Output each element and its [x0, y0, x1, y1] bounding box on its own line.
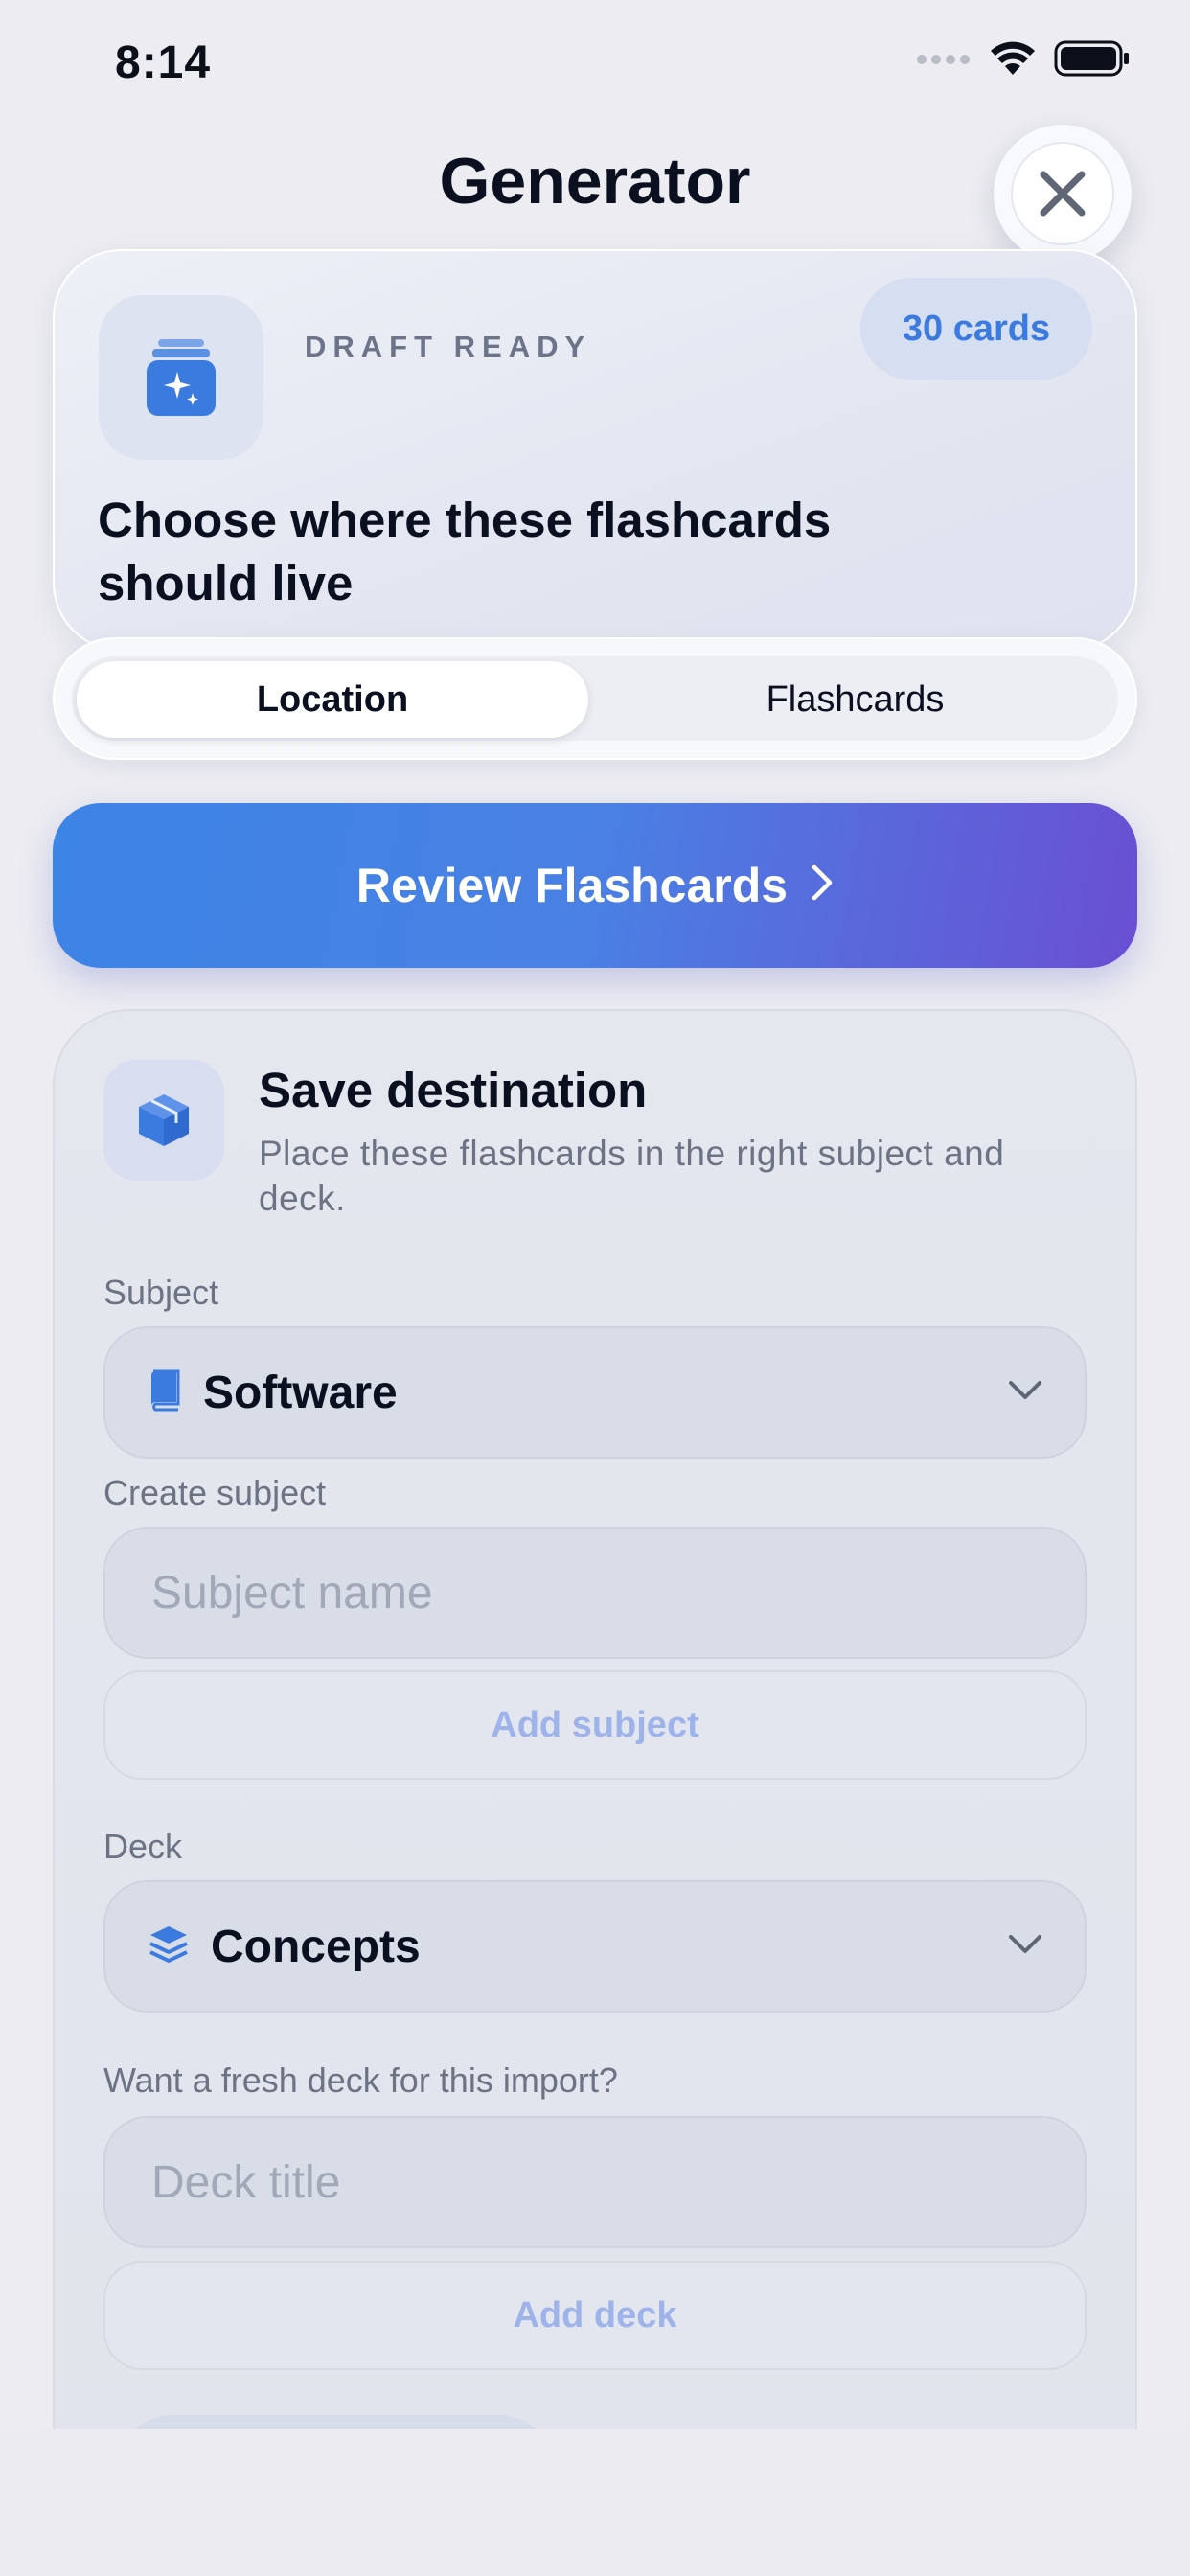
draft-heading: Choose where these flashcards should liv… — [98, 493, 832, 610]
layers-icon — [148, 1923, 190, 1970]
subject-name-input[interactable] — [103, 1527, 1087, 1659]
deck-label: Deck — [103, 1827, 183, 1866]
subject-select[interactable]: Software — [103, 1326, 1087, 1459]
book-icon — [148, 1369, 182, 1416]
chevron-right-icon — [811, 858, 834, 913]
page-bottom — [0, 2429, 1190, 2576]
cube-icon — [103, 1060, 224, 1181]
chevron-down-icon — [1008, 1934, 1042, 1960]
deck-select[interactable]: Concepts — [103, 1880, 1087, 2012]
status-icons — [916, 40, 1131, 81]
close-button[interactable] — [994, 125, 1132, 263]
create-subject-label: Create subject — [103, 1473, 327, 1512]
add-subject-button[interactable]: Add subject — [103, 1670, 1087, 1780]
chevron-down-icon — [1008, 1380, 1042, 1406]
tab-location[interactable]: Location — [77, 661, 588, 738]
tab-flashcards[interactable]: Flashcards — [594, 661, 1116, 738]
subject-label: Subject — [103, 1273, 219, 1312]
fresh-deck-label: Want a fresh deck for this import? — [103, 2060, 618, 2100]
section-description: Place these flashcards in the right subj… — [259, 1134, 1005, 1218]
add-deck-button[interactable]: Add deck — [103, 2261, 1087, 2370]
status-time: 8:14 — [115, 37, 212, 88]
draft-status-label: DRAFT READY — [305, 330, 592, 363]
deck-select-value: Concepts — [211, 1920, 421, 1972]
battery-icon — [1054, 40, 1131, 81]
wifi-icon — [989, 40, 1037, 81]
sparkle-stack-icon — [99, 295, 263, 460]
card-count-badge: 30 cards — [860, 278, 1092, 380]
review-button-label: Review Flashcards — [355, 859, 789, 912]
close-icon — [1011, 142, 1114, 245]
signal-icon — [916, 53, 972, 70]
section-title: Save destination — [259, 1063, 648, 1117]
review-flashcards-button[interactable]: Review Flashcards — [53, 803, 1137, 968]
deck-title-input[interactable] — [103, 2116, 1087, 2248]
subject-select-value: Software — [203, 1367, 398, 1418]
